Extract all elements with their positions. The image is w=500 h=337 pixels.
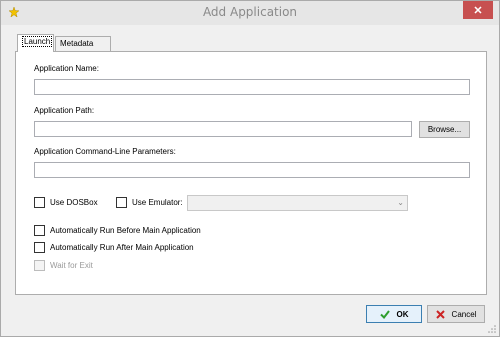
tab-metadata-label: Metadata xyxy=(60,39,94,48)
auto-run-before-label[interactable]: Automatically Run Before Main Applicatio… xyxy=(50,226,201,235)
tab-launch-label: Launch xyxy=(22,36,53,47)
x-icon xyxy=(435,309,445,319)
command-line-parameters-label: Application Command-Line Parameters: xyxy=(34,147,176,156)
browse-button[interactable]: Browse... xyxy=(419,121,470,138)
check-icon xyxy=(379,309,390,319)
use-dosbox-label[interactable]: Use DOSBox xyxy=(50,198,98,207)
emulator-select[interactable]: ⌄ xyxy=(187,195,408,211)
cancel-label: Cancel xyxy=(451,309,477,319)
cancel-button[interactable]: Cancel xyxy=(427,305,485,323)
auto-run-after-label[interactable]: Automatically Run After Main Application xyxy=(50,243,194,252)
window-title: Add Application xyxy=(202,5,298,19)
add-application-dialog: Add Application ✕ Launch Metadata Applic… xyxy=(0,0,500,337)
tab-launch[interactable]: Launch xyxy=(17,34,54,52)
use-emulator-checkbox[interactable] xyxy=(116,197,127,208)
launch-panel: Application Name: Application Path: Brow… xyxy=(15,51,487,295)
use-dosbox-checkbox[interactable] xyxy=(34,197,45,208)
resize-grip-icon[interactable] xyxy=(487,324,497,334)
use-emulator-label[interactable]: Use Emulator: xyxy=(132,198,183,207)
ok-label: OK xyxy=(396,309,409,319)
application-name-input[interactable] xyxy=(34,79,470,95)
auto-run-after-checkbox[interactable] xyxy=(34,242,45,253)
chevron-down-icon: ⌄ xyxy=(397,198,404,207)
close-icon: ✕ xyxy=(473,4,483,17)
auto-run-before-checkbox[interactable] xyxy=(34,225,45,236)
title-bar[interactable]: Add Application ✕ xyxy=(1,1,499,25)
tab-metadata[interactable]: Metadata xyxy=(55,36,111,51)
command-line-parameters-input[interactable] xyxy=(34,162,470,178)
close-button[interactable]: ✕ xyxy=(463,1,493,19)
application-path-input[interactable] xyxy=(34,121,412,137)
application-path-label: Application Path: xyxy=(34,106,95,115)
wait-for-exit-label: Wait for Exit xyxy=(50,261,93,270)
wait-for-exit-checkbox[interactable] xyxy=(34,260,45,271)
ok-button[interactable]: OK xyxy=(366,305,422,323)
application-name-label: Application Name: xyxy=(34,64,99,73)
